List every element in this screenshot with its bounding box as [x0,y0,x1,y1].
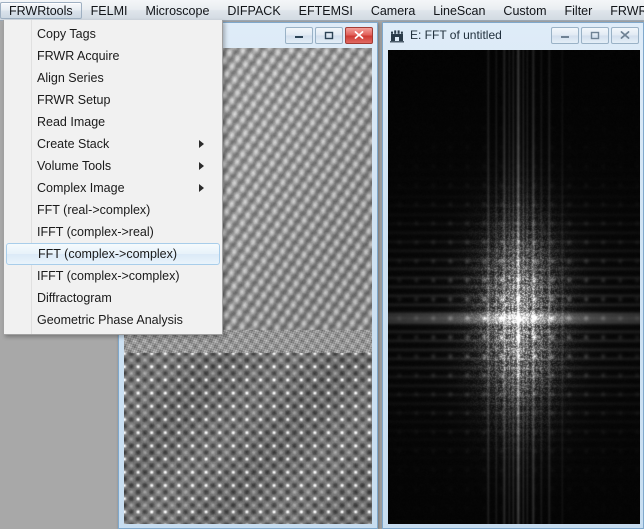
menu-item-label: Volume Tools [37,159,111,173]
fft-power-spectrum-image[interactable] [388,50,640,524]
menu-item-label: Create Stack [37,137,109,151]
menubar-item-difpack[interactable]: DIFPACK [218,2,289,19]
menu-item-label: FRWR Setup [37,93,110,107]
menu-item-ifft-complex-complex[interactable]: IFFT (complex->complex) [4,265,222,287]
menu-item-label: Read Image [37,115,105,129]
fft-window-titlebar[interactable]: E: FFT of untitled [383,23,643,47]
menubar-item-custom[interactable]: Custom [494,2,555,19]
menu-item-complex-image[interactable]: Complex Image [4,177,222,199]
chevron-right-icon [199,184,204,192]
menu-item-align-series[interactable]: Align Series [4,67,222,89]
fft-window-canvas-area[interactable] [388,50,640,524]
menu-item-frwr-acquire[interactable]: FRWR Acquire [4,45,222,67]
menu-item-fft-complex-complex[interactable]: FFT (complex->complex) [6,243,220,265]
menu-item-label: FRWR Acquire [37,49,119,63]
menu-item-frwr-setup[interactable]: FRWR Setup [4,89,222,111]
menu-item-label: IFFT (complex->real) [37,225,154,239]
close-icon [619,30,631,40]
menubar-item-camera[interactable]: Camera [362,2,424,19]
menu-item-fft-real-complex[interactable]: FFT (real->complex) [4,199,222,221]
maximize-icon [323,30,335,40]
menu-item-label: Geometric Phase Analysis [37,313,183,327]
menu-item-label: Diffractogram [37,291,112,305]
maximize-icon [589,30,601,40]
menubar-item-linescan[interactable]: LineScan [424,2,494,19]
menu-item-label: FFT (complex->complex) [38,247,177,261]
menu-item-volume-tools[interactable]: Volume Tools [4,155,222,177]
menu-item-copy-tags[interactable]: Copy Tags [4,23,222,45]
menubar-item-microscope[interactable]: Microscope [136,2,218,19]
fft-window[interactable]: E: FFT of untitled [382,22,644,529]
menu-item-ifft-complex-real[interactable]: IFFT (complex->real) [4,221,222,243]
menubar-item-felmi[interactable]: FELMI [82,2,137,19]
chevron-right-icon [199,162,204,170]
menu-item-label: Copy Tags [37,27,96,41]
menubar[interactable]: FRWRtools FELMI Microscope DIFPACK EFTEMSI Ca… [0,0,644,21]
microscope-icon [389,27,405,43]
chevron-right-icon [199,140,204,148]
minimize-button[interactable] [551,27,579,44]
image-window-controls [285,27,373,44]
frwrtools-dropdown-menu[interactable]: Copy Tags FRWR Acquire Align Series FRWR Se… [3,20,223,335]
menu-item-read-image[interactable]: Read Image [4,111,222,133]
close-button[interactable] [345,27,373,44]
menu-item-label: Align Series [37,71,104,85]
close-button[interactable] [611,27,639,44]
menubar-item-eftemsi[interactable]: EFTEMSI [290,2,362,19]
fft-window-title: E: FFT of untitled [410,27,551,43]
menubar-item-frwrtools[interactable]: FRWRtools [0,2,82,19]
menubar-item-filter[interactable]: Filter [556,2,602,19]
menu-item-label: FFT (real->complex) [37,203,150,217]
menu-item-label: IFFT (complex->complex) [37,269,180,283]
maximize-button[interactable] [315,27,343,44]
menu-item-diffractogram[interactable]: Diffractogram [4,287,222,309]
fft-window-controls [551,27,639,44]
menu-item-label: Complex Image [37,181,125,195]
close-icon [353,30,365,40]
minimize-button[interactable] [285,27,313,44]
menu-item-create-stack[interactable]: Create Stack [4,133,222,155]
menu-item-geometric-phase-analysis[interactable]: Geometric Phase Analysis [4,309,222,331]
minimize-icon [293,30,305,40]
maximize-button[interactable] [581,27,609,44]
minimize-icon [559,30,571,40]
menubar-item-frwr[interactable]: FRWR [601,2,644,19]
